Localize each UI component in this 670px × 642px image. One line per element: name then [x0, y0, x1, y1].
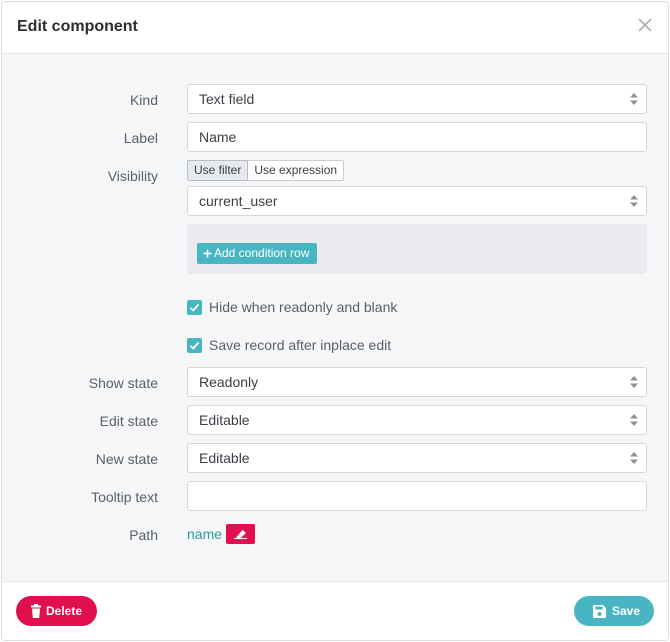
add-condition-row-button[interactable]: Add condition row	[197, 243, 318, 264]
eraser-icon	[234, 530, 248, 540]
edit-state-select[interactable]: Editable	[187, 405, 647, 435]
kind-select[interactable]: Text field	[187, 84, 647, 114]
select-arrows-icon	[630, 452, 638, 464]
save-after-edit-label: Save record after inplace edit	[209, 337, 392, 353]
clear-path-button[interactable]	[226, 524, 256, 544]
close-icon[interactable]	[636, 16, 654, 34]
visibility-label: Visibility	[107, 168, 158, 184]
hide-when-readonly-label: Hide when readonly and blank	[209, 299, 398, 315]
dialog-footer: Delete Save	[2, 581, 668, 640]
tooltip-input[interactable]	[187, 481, 647, 511]
new-state-select[interactable]: Editable	[187, 443, 647, 473]
save-button[interactable]: Save	[574, 596, 654, 626]
check-icon	[189, 303, 200, 312]
new-state-label: New state	[95, 451, 158, 467]
kind-value: Text field	[199, 91, 255, 107]
trash-icon	[31, 604, 41, 618]
dialog-header: Edit component	[2, 2, 668, 54]
select-arrows-icon	[630, 93, 638, 105]
show-state-select[interactable]: Readonly	[187, 367, 647, 397]
use-expression-button[interactable]: Use expression	[248, 160, 345, 181]
edit-state-label: Edit state	[99, 413, 158, 429]
label-label: Label	[123, 130, 158, 146]
condition-box: Add condition row	[187, 224, 647, 274]
kind-label: Kind	[129, 92, 158, 108]
path-link[interactable]: name	[187, 526, 222, 542]
floppy-disk-icon	[593, 605, 606, 618]
check-icon	[189, 341, 200, 350]
filter-select[interactable]: current_user	[187, 186, 647, 216]
tooltip-label: Tooltip text	[91, 489, 158, 505]
edit-state-value: Editable	[199, 412, 250, 428]
plus-icon	[203, 249, 212, 258]
hide-when-readonly-checkbox[interactable]	[187, 299, 202, 315]
dialog-title: Edit component	[17, 18, 138, 35]
save-label: Save	[612, 604, 641, 618]
select-arrows-icon	[630, 414, 638, 426]
delete-label: Delete	[46, 604, 83, 618]
show-state-label: Show state	[88, 375, 158, 391]
visibility-mode-toggle: Use filter Use expression	[187, 160, 647, 181]
filter-value: current_user	[199, 193, 278, 209]
path-label: Path	[129, 527, 158, 543]
use-filter-button[interactable]: Use filter	[187, 160, 249, 181]
new-state-value: Editable	[199, 450, 250, 466]
save-after-edit-checkbox[interactable]	[187, 337, 202, 353]
show-state-value: Readonly	[199, 374, 259, 390]
delete-button[interactable]: Delete	[16, 596, 97, 626]
select-arrows-icon	[630, 195, 638, 207]
select-arrows-icon	[630, 376, 638, 388]
edit-component-dialog: Edit component Kind Text field Label Nam…	[1, 1, 669, 641]
label-input[interactable]: Name	[187, 122, 647, 152]
add-condition-row-label: Add condition row	[214, 246, 310, 260]
